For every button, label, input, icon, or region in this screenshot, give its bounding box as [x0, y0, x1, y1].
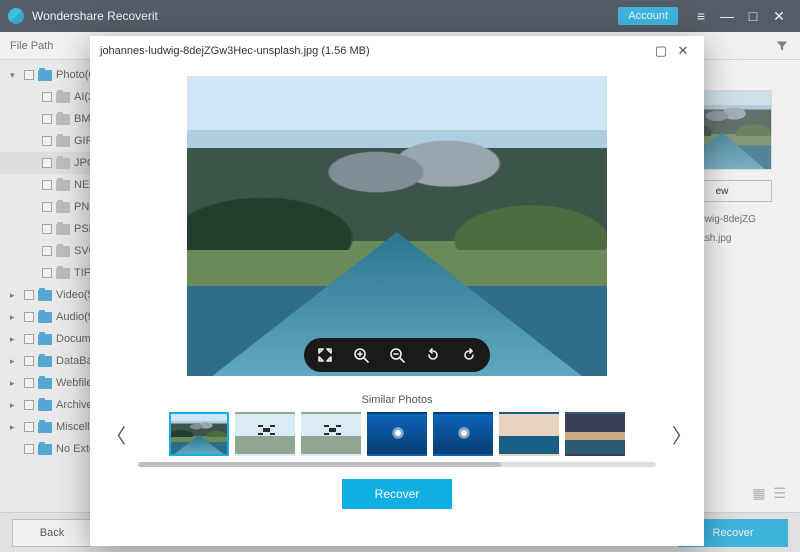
image-controls	[304, 338, 490, 372]
similar-thumb-3[interactable]	[301, 412, 361, 456]
modal-filename: johannes-ludwig-8dejZGw3Hec-unsplash.jpg…	[100, 45, 370, 57]
similar-strip: 〈 〉	[90, 412, 704, 456]
fit-icon[interactable]	[316, 346, 334, 364]
modal-header: johannes-ludwig-8dejZGw3Hec-unsplash.jpg…	[90, 36, 704, 66]
strip-next-icon[interactable]: 〉	[672, 420, 688, 449]
similar-thumb-5[interactable]	[433, 412, 493, 456]
preview-modal: johannes-ludwig-8dejZGw3Hec-unsplash.jpg…	[90, 36, 704, 546]
similar-thumb-2[interactable]	[235, 412, 295, 456]
similar-thumb-1[interactable]	[169, 412, 229, 456]
strip-prev-icon[interactable]: 〈	[106, 420, 122, 449]
zoom-out-icon[interactable]	[388, 346, 406, 364]
similar-thumb-7[interactable]	[565, 412, 625, 456]
similar-photos-label: Similar Photos	[90, 394, 704, 406]
similar-thumb-6[interactable]	[499, 412, 559, 456]
similar-thumb-4[interactable]	[367, 412, 427, 456]
zoom-in-icon[interactable]	[352, 346, 370, 364]
modal-maximize-icon[interactable]: ▢	[650, 43, 672, 59]
modal-close-icon[interactable]: ✕	[672, 43, 694, 59]
rotate-right-icon[interactable]	[460, 346, 478, 364]
strip-scrollbar[interactable]	[138, 462, 656, 467]
modal-recover-button[interactable]: Recover	[342, 479, 452, 509]
preview-image	[187, 76, 607, 376]
rotate-left-icon[interactable]	[424, 346, 442, 364]
modal-image-area	[90, 66, 704, 386]
